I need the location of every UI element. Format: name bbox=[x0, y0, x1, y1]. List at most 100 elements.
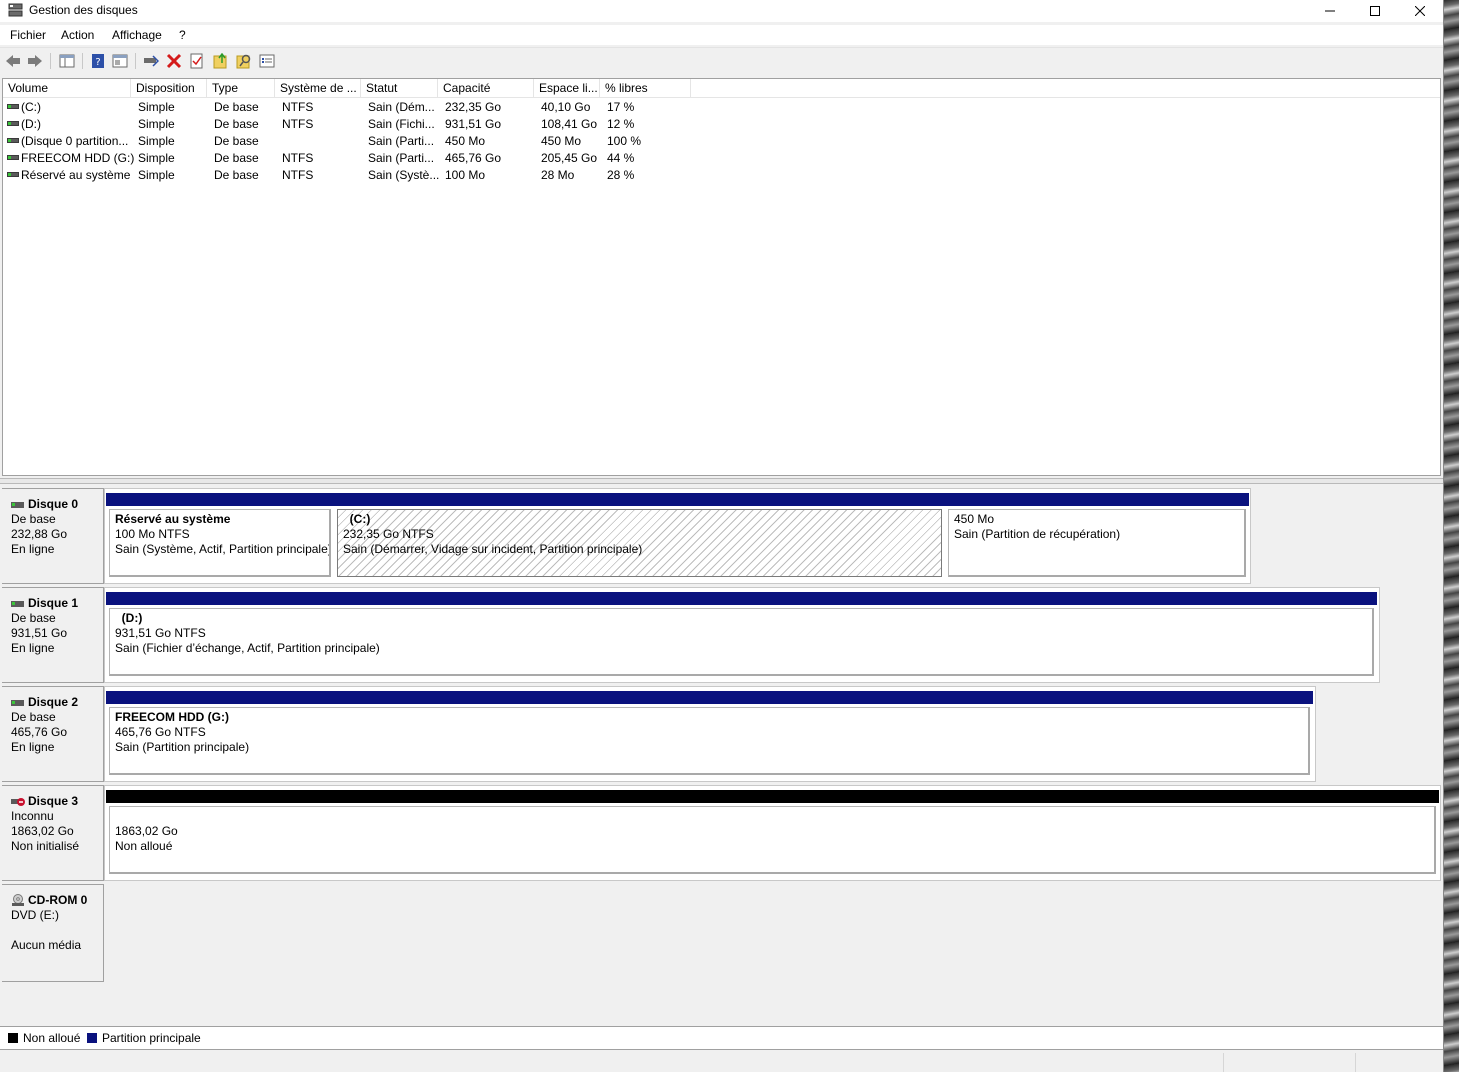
disk-state: Aucun média bbox=[11, 938, 82, 952]
partition-title: FREECOM HDD (G:) bbox=[115, 710, 229, 724]
legend-label-primary: Partition principale bbox=[102, 1031, 201, 1045]
column-disposition[interactable]: Disposition bbox=[131, 79, 207, 97]
disk-1-label[interactable]: Disque 1 De base 931,51 Go En ligne bbox=[2, 587, 104, 683]
check-icon[interactable] bbox=[189, 53, 205, 69]
partition-status: Sain (Partition principale) bbox=[115, 740, 250, 754]
partition-size: 232,35 Go NTFS bbox=[343, 527, 434, 541]
table-row[interactable]: (C:) Simple De base NTFS Sain (Dém... 232,35 … bbox=[3, 99, 1440, 116]
disk-icon[interactable] bbox=[143, 53, 159, 69]
table-cell: Réservé au système bbox=[21, 168, 131, 182]
partition-status: Sain (Système, Actif, Partition principa… bbox=[115, 542, 331, 556]
table-row[interactable]: (Disque 0 partition... Simple De base Sain … bbox=[3, 133, 1440, 150]
disk-map: Disque 0 De base 232,88 Go En ligne Rése… bbox=[0, 484, 1443, 1026]
maximize-button[interactable] bbox=[1352, 0, 1398, 22]
table-cell: 44 % bbox=[607, 151, 635, 165]
partition-d[interactable]: (D:) 931,51 Go NTFS Sain (Fichier d’écha… bbox=[106, 592, 1377, 679]
table-row[interactable]: (D:) Simple De base NTFS Sain (Fichi... 931,5… bbox=[3, 116, 1440, 133]
column-free-space[interactable]: Espace li... bbox=[534, 79, 600, 97]
search-icon[interactable] bbox=[236, 53, 252, 69]
disk-name: Disque 2 bbox=[28, 695, 79, 709]
table-cell: 232,35 Go bbox=[445, 100, 502, 114]
minimize-button[interactable] bbox=[1307, 0, 1353, 22]
disk-size: 931,51 Go bbox=[11, 626, 68, 640]
disk-management-icon bbox=[8, 3, 23, 17]
column-capacity[interactable]: Capacité bbox=[438, 79, 534, 97]
close-button[interactable] bbox=[1397, 0, 1443, 22]
volume-icon bbox=[7, 138, 19, 145]
disk-name: Disque 3 bbox=[28, 794, 79, 808]
table-cell: Simple bbox=[138, 100, 175, 114]
table-cell: 205,45 Go bbox=[541, 151, 598, 165]
table-cell: Sain (Systè... bbox=[368, 168, 440, 182]
table-cell: 450 Mo bbox=[541, 134, 582, 148]
table-cell: NTFS bbox=[282, 100, 314, 114]
partition-status: Sain (Fichier d’échange, Actif, Partitio… bbox=[115, 641, 380, 655]
disk-size bbox=[11, 923, 103, 938]
table-cell: Sain (Dém... bbox=[368, 100, 435, 114]
disk-type: Inconnu bbox=[11, 809, 54, 823]
partition-status: Sain (Démarrer, Vidage sur incident, Par… bbox=[343, 542, 643, 556]
table-cell: 100 % bbox=[607, 134, 642, 148]
console-tree-icon[interactable] bbox=[59, 53, 75, 69]
properties-icon[interactable] bbox=[112, 53, 128, 69]
table-cell: 450 Mo bbox=[445, 134, 486, 148]
forward-icon[interactable] bbox=[27, 53, 43, 69]
column-filesystem[interactable]: Système de ... bbox=[275, 79, 361, 97]
partition-status: Non alloué bbox=[115, 839, 173, 853]
partition-c[interactable]: (C:) 232,35 Go NTFS Sain (Démarrer, Vida… bbox=[334, 493, 945, 580]
disk-2-panel: FREECOM HDD (G:) 465,76 Go NTFS Sain (Pa… bbox=[104, 686, 1316, 782]
disk-type: De base bbox=[11, 611, 56, 625]
column-volume[interactable]: Volume bbox=[3, 79, 131, 97]
partition-unallocated[interactable]: 1863,02 Go Non alloué bbox=[106, 790, 1439, 877]
table-cell: NTFS bbox=[282, 151, 314, 165]
partition-title: Réservé au système bbox=[115, 512, 231, 526]
table-cell: De base bbox=[214, 151, 259, 165]
volume-icon bbox=[7, 104, 19, 111]
table-cell: Simple bbox=[138, 117, 175, 131]
table-cell: (Disque 0 partition... bbox=[21, 134, 129, 148]
column-percent-free[interactable]: % libres bbox=[600, 79, 691, 97]
menu-affichage[interactable]: Affichage bbox=[112, 28, 162, 42]
refresh-icon[interactable] bbox=[213, 53, 229, 69]
help-icon[interactable]: ? bbox=[90, 53, 106, 69]
partition-recovery[interactable]: 450 Mo Sain (Partition de récupération) bbox=[945, 493, 1249, 580]
menu-action[interactable]: Action bbox=[61, 28, 94, 42]
table-row[interactable]: FREECOM HDD (G:) Simple De base NTFS Sain (P… bbox=[3, 150, 1440, 167]
list-icon[interactable] bbox=[259, 53, 275, 69]
disk-2-label[interactable]: Disque 2 De base 465,76 Go En ligne bbox=[2, 686, 104, 782]
column-status[interactable]: Statut bbox=[361, 79, 438, 97]
menu-help[interactable]: ? bbox=[179, 28, 186, 42]
table-cell: De base bbox=[214, 117, 259, 131]
disk-size: 232,88 Go bbox=[11, 527, 68, 541]
back-icon[interactable] bbox=[5, 53, 21, 69]
table-cell: De base bbox=[214, 168, 259, 182]
maximize-icon bbox=[1370, 6, 1380, 16]
close-icon bbox=[1415, 6, 1425, 16]
disk-management-window: Gestion des disques Fichier Action Affic… bbox=[0, 0, 1444, 1072]
legend: Non alloué Partition principale bbox=[0, 1026, 1443, 1050]
menu-bar: Fichier Action Affichage ? bbox=[0, 25, 1443, 45]
disk-0-label[interactable]: Disque 0 De base 232,88 Go En ligne bbox=[2, 488, 104, 584]
table-cell: 108,41 Go bbox=[541, 117, 598, 131]
table-cell: Sain (Parti... bbox=[368, 134, 435, 148]
partition-title: (D:) bbox=[121, 611, 143, 625]
table-cell: Sain (Parti... bbox=[368, 151, 435, 165]
partition-reserve-systeme[interactable]: Réservé au système 100 Mo NTFS Sain (Sys… bbox=[106, 493, 334, 580]
disk-3-label[interactable]: Disque 3 Inconnu 1863,02 Go Non initiali… bbox=[2, 785, 104, 881]
table-cell: 17 % bbox=[607, 100, 635, 114]
delete-icon[interactable] bbox=[166, 53, 182, 69]
table-row[interactable]: Réservé au système Simple De base NTFS Sain … bbox=[3, 167, 1440, 184]
svg-text:?: ? bbox=[95, 57, 100, 68]
column-type[interactable]: Type bbox=[207, 79, 275, 97]
cdrom-icon bbox=[12, 894, 24, 906]
disk-error-icon bbox=[11, 797, 25, 806]
desktop-wallpaper bbox=[1443, 0, 1459, 1072]
disk-name: Disque 0 bbox=[28, 497, 79, 511]
partition-freecom[interactable]: FREECOM HDD (G:) 465,76 Go NTFS Sain (Pa… bbox=[106, 691, 1313, 778]
table-cell: (C:) bbox=[21, 100, 41, 114]
table-cell: (D:) bbox=[21, 117, 41, 131]
menu-fichier[interactable]: Fichier bbox=[10, 28, 46, 42]
table-cell: NTFS bbox=[282, 168, 314, 182]
cdrom-0-label[interactable]: CD-ROM 0 DVD (E:) Aucun média bbox=[2, 884, 104, 982]
table-cell: 12 % bbox=[607, 117, 635, 131]
